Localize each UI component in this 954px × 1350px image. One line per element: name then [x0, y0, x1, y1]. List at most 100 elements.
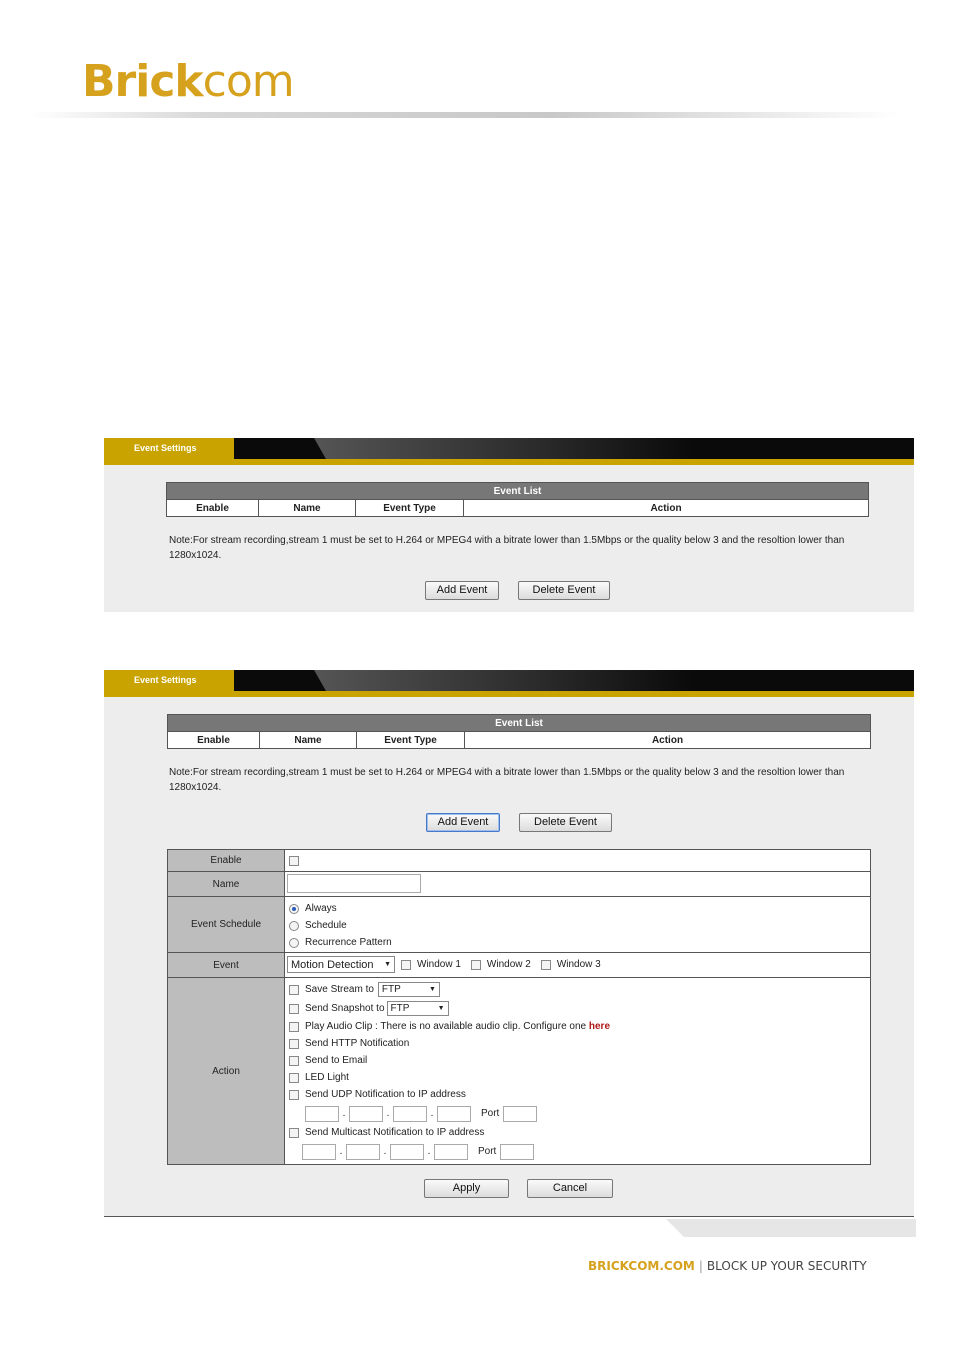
action-label: Action — [168, 978, 285, 1164]
http-notification-checkbox[interactable] — [289, 1038, 299, 1049]
event-list-caption: Event List — [167, 714, 871, 732]
brickcom-logo: Brickcom — [82, 60, 295, 104]
save-stream-target-value: FTP — [381, 984, 401, 995]
dropdown-arrow-icon: ▼ — [437, 1005, 445, 1012]
header-divider — [30, 112, 900, 118]
udp-ip-octet-3[interactable] — [393, 1105, 427, 1122]
multicast-notification-label: Send Multicast Notification to IP addres… — [305, 1127, 485, 1138]
schedule-row: Event Schedule Always Schedule Recurrenc… — [168, 897, 870, 953]
add-event-button[interactable]: Add Event — [425, 581, 499, 600]
save-stream-checkbox[interactable] — [289, 984, 299, 995]
delete-event-button[interactable]: Delete Event — [519, 813, 612, 832]
send-email-checkbox[interactable] — [289, 1055, 299, 1066]
event-list-table: Event List Enable Name Event Type Action — [167, 714, 871, 749]
name-label: Name — [168, 872, 285, 896]
stream-recording-note: Note:For stream recording,stream 1 must … — [169, 535, 845, 561]
footer-slogan: BLOCK UP YOUR SECURITY — [706, 1259, 867, 1273]
column-action: Action — [463, 499, 869, 517]
column-enable: Enable — [167, 731, 260, 749]
window-1-label: Window 1 — [417, 959, 461, 970]
event-label: Event — [168, 953, 285, 977]
play-audio-checkbox[interactable] — [289, 1021, 299, 1032]
stream-recording-note: Note:For stream recording,stream 1 must … — [169, 767, 845, 793]
gold-strip — [104, 459, 914, 465]
udp-port-label: Port — [481, 1108, 500, 1119]
multicast-ip-octet-3[interactable] — [390, 1143, 424, 1160]
event-list-caption: Event List — [166, 482, 869, 500]
header-fade — [314, 670, 694, 691]
header-fade — [314, 438, 694, 459]
column-action: Action — [464, 731, 871, 749]
multicast-ip-octet-2[interactable] — [346, 1143, 380, 1160]
udp-ip-octet-1[interactable] — [305, 1105, 339, 1122]
ip-separator: . — [427, 1146, 431, 1157]
panel-tab-title: Event Settings — [104, 438, 234, 459]
footer-decoration — [666, 1219, 916, 1237]
event-settings-panel-2: Event Settings Event List Enable Name Ev… — [104, 670, 914, 1217]
multicast-ip-octet-4[interactable] — [434, 1143, 468, 1160]
send-snapshot-label: Send Snapshot to — [305, 1003, 385, 1014]
multicast-ip-octet-1[interactable] — [302, 1143, 336, 1160]
logo-part-com: com — [202, 56, 295, 107]
udp-port-input[interactable] — [503, 1105, 538, 1122]
window-1-checkbox[interactable] — [401, 959, 411, 970]
name-row: Name — [168, 872, 870, 897]
column-name: Name — [259, 731, 357, 749]
led-light-label: LED Light — [305, 1072, 349, 1083]
gold-strip — [104, 691, 914, 697]
schedule-recurrence-label: Recurrence Pattern — [305, 937, 392, 948]
window-2-label: Window 2 — [486, 959, 531, 970]
column-event-type: Event Type — [356, 731, 465, 749]
delete-event-button[interactable]: Delete Event — [518, 581, 610, 600]
window-3-label: Window 3 — [556, 959, 601, 970]
event-settings-panel-1: Event Settings Event List Enable Name Ev… — [104, 438, 914, 612]
ip-separator: . — [430, 1108, 434, 1119]
send-snapshot-checkbox[interactable] — [289, 1003, 299, 1014]
panel-header: Event Settings — [104, 438, 914, 459]
dropdown-arrow-icon: ▼ — [428, 986, 436, 993]
save-stream-target-select[interactable]: FTP ▼ — [377, 982, 440, 997]
send-email-label: Send to Email — [305, 1055, 368, 1066]
udp-ip-octet-4[interactable] — [437, 1105, 471, 1122]
event-form: Enable Name Event Schedule Always Schedu… — [167, 849, 871, 1165]
udp-ip-octet-2[interactable] — [349, 1105, 383, 1122]
action-row: Action Save Stream to FTP ▼ Send Snapshot… — [168, 978, 870, 1164]
event-schedule-label: Event Schedule — [168, 897, 285, 952]
column-enable: Enable — [166, 499, 259, 517]
event-list-table: Event List Enable Name Event Type Action — [166, 482, 869, 517]
http-notification-label: Send HTTP Notification — [305, 1038, 410, 1049]
multicast-port-input[interactable] — [500, 1143, 535, 1160]
add-event-button[interactable]: Add Event — [426, 813, 500, 832]
ip-separator: . — [386, 1108, 390, 1119]
ip-separator: . — [342, 1108, 346, 1119]
play-audio-label: Play Audio Clip : There is no available … — [305, 1021, 587, 1032]
event-type-select[interactable]: Motion Detection ▼ — [287, 956, 395, 973]
column-event-type: Event Type — [355, 499, 464, 517]
save-stream-label: Save Stream to — [305, 984, 374, 995]
cancel-button[interactable]: Cancel — [527, 1179, 613, 1198]
event-type-value: Motion Detection — [291, 958, 374, 971]
event-row: Event Motion Detection ▼ Window 1 Window … — [168, 953, 870, 978]
schedule-schedule-label: Schedule — [305, 920, 347, 931]
panel-header: Event Settings — [104, 670, 914, 691]
multicast-notification-checkbox[interactable] — [289, 1127, 299, 1138]
dropdown-arrow-icon: ▼ — [384, 961, 391, 968]
schedule-recurrence-radio[interactable] — [289, 937, 299, 948]
window-3-checkbox[interactable] — [540, 959, 551, 970]
window-2-checkbox[interactable] — [470, 959, 481, 970]
led-light-checkbox[interactable] — [289, 1072, 299, 1083]
configure-audio-link[interactable]: here — [589, 1021, 610, 1032]
schedule-schedule-radio[interactable] — [289, 920, 299, 931]
column-name: Name — [258, 499, 356, 517]
udp-notification-checkbox[interactable] — [289, 1089, 299, 1100]
panel-tab-title: Event Settings — [104, 670, 234, 691]
send-snapshot-target-select[interactable]: FTP ▼ — [386, 1001, 449, 1016]
enable-row: Enable — [168, 850, 870, 872]
apply-button[interactable]: Apply — [424, 1179, 509, 1198]
logo-part-brick: Brick — [82, 56, 204, 107]
multicast-port-label: Port — [478, 1146, 497, 1157]
name-input[interactable] — [287, 874, 421, 893]
schedule-always-radio[interactable] — [289, 903, 299, 914]
enable-checkbox[interactable] — [289, 855, 299, 866]
ip-separator: . — [383, 1146, 387, 1157]
